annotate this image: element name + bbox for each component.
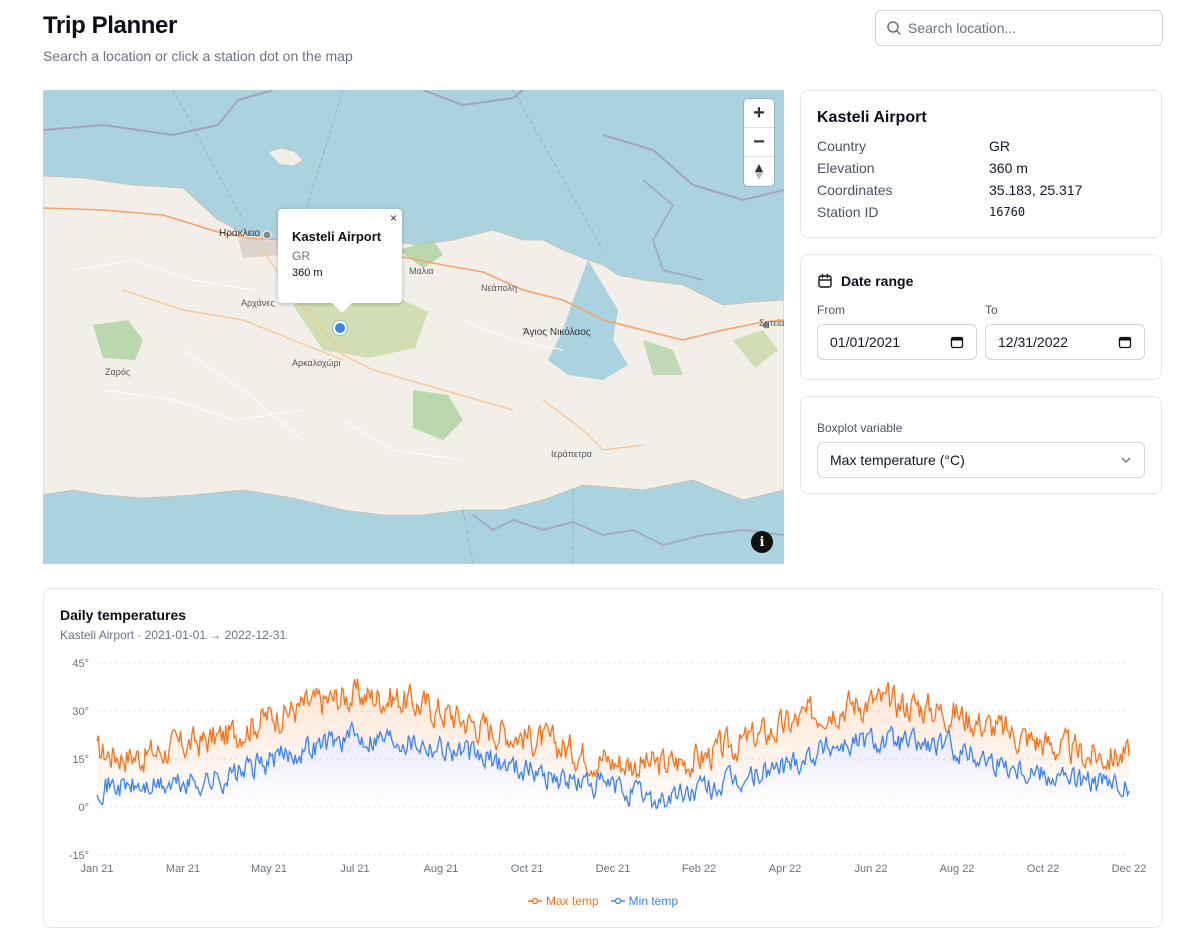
info-row-elevation: Elevation 360 m bbox=[817, 157, 1145, 179]
map-label-arkalochori: Αρκαλοχώρι bbox=[292, 358, 341, 368]
to-label: To bbox=[985, 303, 998, 317]
x-tick-label: Aug 22 bbox=[940, 863, 975, 875]
chevron-down-icon bbox=[1121, 457, 1131, 463]
info-row-station-id: Station ID 16760 bbox=[817, 201, 1145, 223]
zoom-out-button[interactable]: − bbox=[744, 128, 774, 157]
map-label-siteia: Σητεία bbox=[759, 318, 784, 328]
x-tick-label: Oct 22 bbox=[1027, 863, 1059, 875]
y-tick-label: 45° bbox=[72, 658, 89, 670]
from-label: From bbox=[817, 303, 845, 317]
popup-station-name: Kasteli Airport bbox=[292, 229, 382, 244]
station-name: Kasteli Airport bbox=[817, 109, 927, 126]
x-tick-label: Oct 21 bbox=[511, 863, 543, 875]
map-label-zaros: Ζαρός bbox=[105, 367, 131, 377]
legend-item-max[interactable]: Max temp bbox=[527, 894, 599, 908]
x-tick-label: Feb 22 bbox=[682, 863, 716, 875]
info-row-country: Country GR bbox=[817, 135, 1145, 157]
info-key: Station ID bbox=[817, 204, 879, 220]
legend-line-icon bbox=[527, 897, 542, 905]
popup-elevation: 360 m bbox=[292, 267, 323, 279]
calendar-picker-icon[interactable] bbox=[1118, 335, 1132, 349]
info-key: Coordinates bbox=[817, 182, 893, 198]
boxplot-variable-select[interactable]: Max temperature (°C) bbox=[817, 442, 1145, 478]
compass-icon bbox=[755, 163, 763, 180]
station-map[interactable]: Ηράκλειο Μαλια Νεάπολη Άγιος Νικόλαος Αρ… bbox=[43, 90, 784, 564]
map-label-agios-nikolaos: Άγιος Νικόλαος bbox=[523, 327, 591, 338]
y-tick-label: 15° bbox=[72, 754, 89, 766]
page-title: Trip Planner bbox=[43, 12, 177, 39]
legend-item-min[interactable]: Min temp bbox=[610, 894, 679, 908]
attribution-info-button[interactable]: i bbox=[751, 531, 773, 553]
x-tick-label: Jul 21 bbox=[340, 863, 369, 875]
date-range-card: Date range From 01/01/2021 To 12/31/2022 bbox=[800, 254, 1162, 380]
daily-temperatures-card: 45° 30° 15° 0° -15° Jan 21 Mar 21 May 21 Jul 21 A… bbox=[43, 588, 1163, 928]
station-popup: × Kasteli Airport GR 360 m bbox=[278, 209, 402, 313]
boxplot-variable-card: Boxplot variable Max temperature (°C) bbox=[800, 396, 1162, 494]
from-date-input[interactable]: 01/01/2021 bbox=[817, 324, 977, 360]
x-tick-label: Jan 21 bbox=[80, 863, 113, 875]
info-key: Elevation bbox=[817, 160, 875, 176]
y-tick-label: -15° bbox=[69, 850, 89, 862]
legend-label: Max temp bbox=[545, 894, 599, 908]
info-row-coordinates: Coordinates 35.183, 25.317 bbox=[817, 179, 1145, 201]
map-tiles bbox=[43, 90, 784, 564]
info-key: Country bbox=[817, 138, 867, 154]
legend-label: Min temp bbox=[628, 894, 679, 908]
y-tick-label: 30° bbox=[72, 706, 89, 718]
from-date-value: 01/01/2021 bbox=[830, 334, 901, 350]
date-range-title: Date range bbox=[841, 273, 914, 289]
legend-line-icon bbox=[610, 897, 625, 905]
zoom-in-button[interactable]: + bbox=[744, 99, 774, 128]
to-date-value: 12/31/2022 bbox=[998, 334, 1069, 350]
x-tick-label: Dec 22 bbox=[1112, 863, 1147, 875]
popup-country: GR bbox=[292, 249, 310, 263]
x-tick-label: Jun 22 bbox=[854, 863, 887, 875]
map-label-heraklion: Ηράκλειο bbox=[219, 228, 260, 239]
popup-close-button[interactable]: × bbox=[390, 211, 397, 225]
zoom-control: + − bbox=[744, 99, 774, 186]
calendar-picker-icon[interactable] bbox=[950, 335, 964, 349]
search-box[interactable] bbox=[875, 10, 1163, 46]
x-tick-label: Mar 21 bbox=[166, 863, 200, 875]
to-date-input[interactable]: 12/31/2022 bbox=[985, 324, 1145, 360]
compass-reset-button[interactable] bbox=[744, 157, 774, 186]
x-tick-label: Aug 21 bbox=[424, 863, 459, 875]
calendar-icon bbox=[818, 273, 832, 288]
selected-station-dot[interactable] bbox=[333, 321, 347, 335]
x-tick-label: Apr 22 bbox=[769, 863, 801, 875]
station-info-card: Kasteli Airport Country GR Elevation 360… bbox=[800, 90, 1162, 238]
y-tick-label: 0° bbox=[78, 802, 89, 814]
search-icon bbox=[887, 21, 901, 35]
map-label-neapoli: Νεάπολη bbox=[481, 283, 518, 293]
boxplot-variable-label: Boxplot variable bbox=[817, 421, 903, 435]
page-subtitle: Search a location or click a station dot… bbox=[43, 48, 353, 64]
chart-legend: Max temp Min temp bbox=[44, 894, 1162, 908]
info-value: 16760 bbox=[989, 205, 1026, 219]
map-label-ierapetra: Ιεράπετρα bbox=[551, 449, 592, 459]
info-value: 35.183, 25.317 bbox=[989, 182, 1083, 198]
x-tick-label: Dec 21 bbox=[596, 863, 631, 875]
boxplot-variable-value: Max temperature (°C) bbox=[830, 452, 965, 468]
chart-title: Daily temperatures bbox=[60, 607, 187, 623]
x-tick-label: May 21 bbox=[251, 863, 287, 875]
map-label-archanes: Αρχάνες bbox=[241, 298, 275, 308]
map-label-malia: Μαλια bbox=[409, 266, 434, 276]
search-input[interactable] bbox=[908, 20, 1148, 36]
date-range-header: Date range bbox=[817, 273, 1145, 289]
info-value: 360 m bbox=[989, 160, 1028, 176]
info-value: GR bbox=[989, 138, 1010, 154]
chart-subtitle: Kasteli Airport · 2021-01-01 → 2022-12-3… bbox=[60, 628, 287, 642]
